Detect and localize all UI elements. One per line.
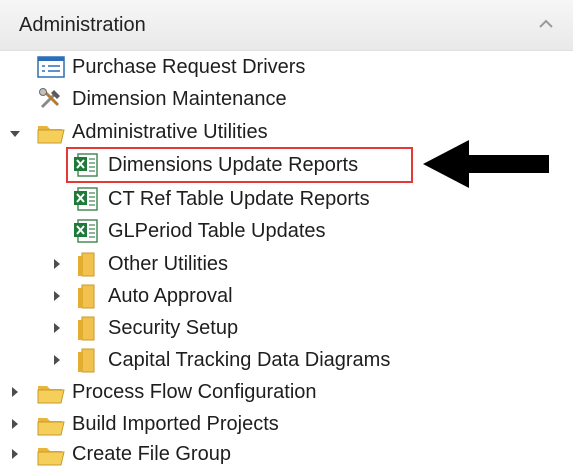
- tree-item-dimensions-update-reports[interactable]: Dimensions Update Reports: [72, 150, 358, 180]
- excel-icon: [72, 151, 102, 179]
- list-icon: [36, 53, 66, 81]
- folder-closed-icon: [72, 346, 102, 374]
- tree-item-label: Security Setup: [108, 316, 239, 339]
- chevron-up-icon[interactable]: [534, 14, 558, 34]
- tree-item-administrative-utilities[interactable]: Administrative Utilities: [36, 117, 268, 147]
- tree-item-dimension-maintenance[interactable]: Dimension Maintenance: [36, 84, 287, 114]
- expand-closed-icon[interactable]: [8, 385, 22, 399]
- tree-item-label: Create File Group: [72, 442, 231, 465]
- excel-icon: [72, 217, 102, 245]
- tree-item-label: Build Imported Projects: [72, 412, 279, 435]
- tree-item-label: Auto Approval: [108, 284, 233, 307]
- folder-open-icon: [36, 410, 66, 438]
- panel-header: Administration: [0, 0, 573, 51]
- tree-item-glperiod-table-updates[interactable]: GLPeriod Table Updates: [72, 216, 326, 246]
- expand-closed-icon[interactable]: [50, 353, 64, 367]
- tree-item-create-file-group[interactable]: Create File Group: [36, 439, 231, 469]
- tree-item-build-imported-projects[interactable]: Build Imported Projects: [36, 409, 279, 439]
- tree-item-auto-approval[interactable]: Auto Approval: [72, 281, 233, 311]
- panel-title: Administration: [19, 14, 146, 36]
- tree-item-label: Capital Tracking Data Diagrams: [108, 348, 391, 371]
- expand-closed-icon[interactable]: [50, 257, 64, 271]
- folder-open-icon: [36, 118, 66, 146]
- tree-item-capital-tracking-data-diagrams[interactable]: Capital Tracking Data Diagrams: [72, 345, 390, 375]
- tree-item-other-utilities[interactable]: Other Utilities: [72, 249, 228, 279]
- tree-item-security-setup[interactable]: Security Setup: [72, 313, 238, 343]
- tree-item-label: CT Ref Table Update Reports: [108, 187, 370, 210]
- tree-item-label: Other Utilities: [108, 252, 229, 275]
- folder-open-icon: [36, 378, 66, 406]
- expand-closed-icon[interactable]: [50, 289, 64, 303]
- expand-closed-icon[interactable]: [8, 447, 22, 461]
- expand-closed-icon[interactable]: [50, 321, 64, 335]
- folder-closed-icon: [72, 314, 102, 342]
- tools-icon: [36, 85, 66, 113]
- folder-open-icon: [36, 440, 66, 468]
- tree-item-process-flow-configuration[interactable]: Process Flow Configuration: [36, 377, 317, 407]
- tree-item-purchase-request-drivers[interactable]: Purchase Request Drivers: [36, 52, 305, 82]
- folder-closed-icon: [72, 282, 102, 310]
- pointer-arrow-icon: [423, 140, 549, 188]
- tree-item-ct-ref-table-update-reports[interactable]: CT Ref Table Update Reports: [72, 184, 370, 214]
- tree-item-label: Process Flow Configuration: [72, 380, 317, 403]
- excel-icon: [72, 185, 102, 213]
- expand-open-icon[interactable]: [8, 126, 22, 140]
- tree-item-label: Purchase Request Drivers: [72, 55, 306, 78]
- tree-item-label: Administrative Utilities: [72, 120, 268, 143]
- tree-item-label: Dimension Maintenance: [72, 87, 287, 110]
- tree-item-label: GLPeriod Table Updates: [108, 219, 326, 242]
- folder-closed-icon: [72, 250, 102, 278]
- tree-item-label: Dimensions Update Reports: [108, 153, 359, 176]
- expand-closed-icon[interactable]: [8, 417, 22, 431]
